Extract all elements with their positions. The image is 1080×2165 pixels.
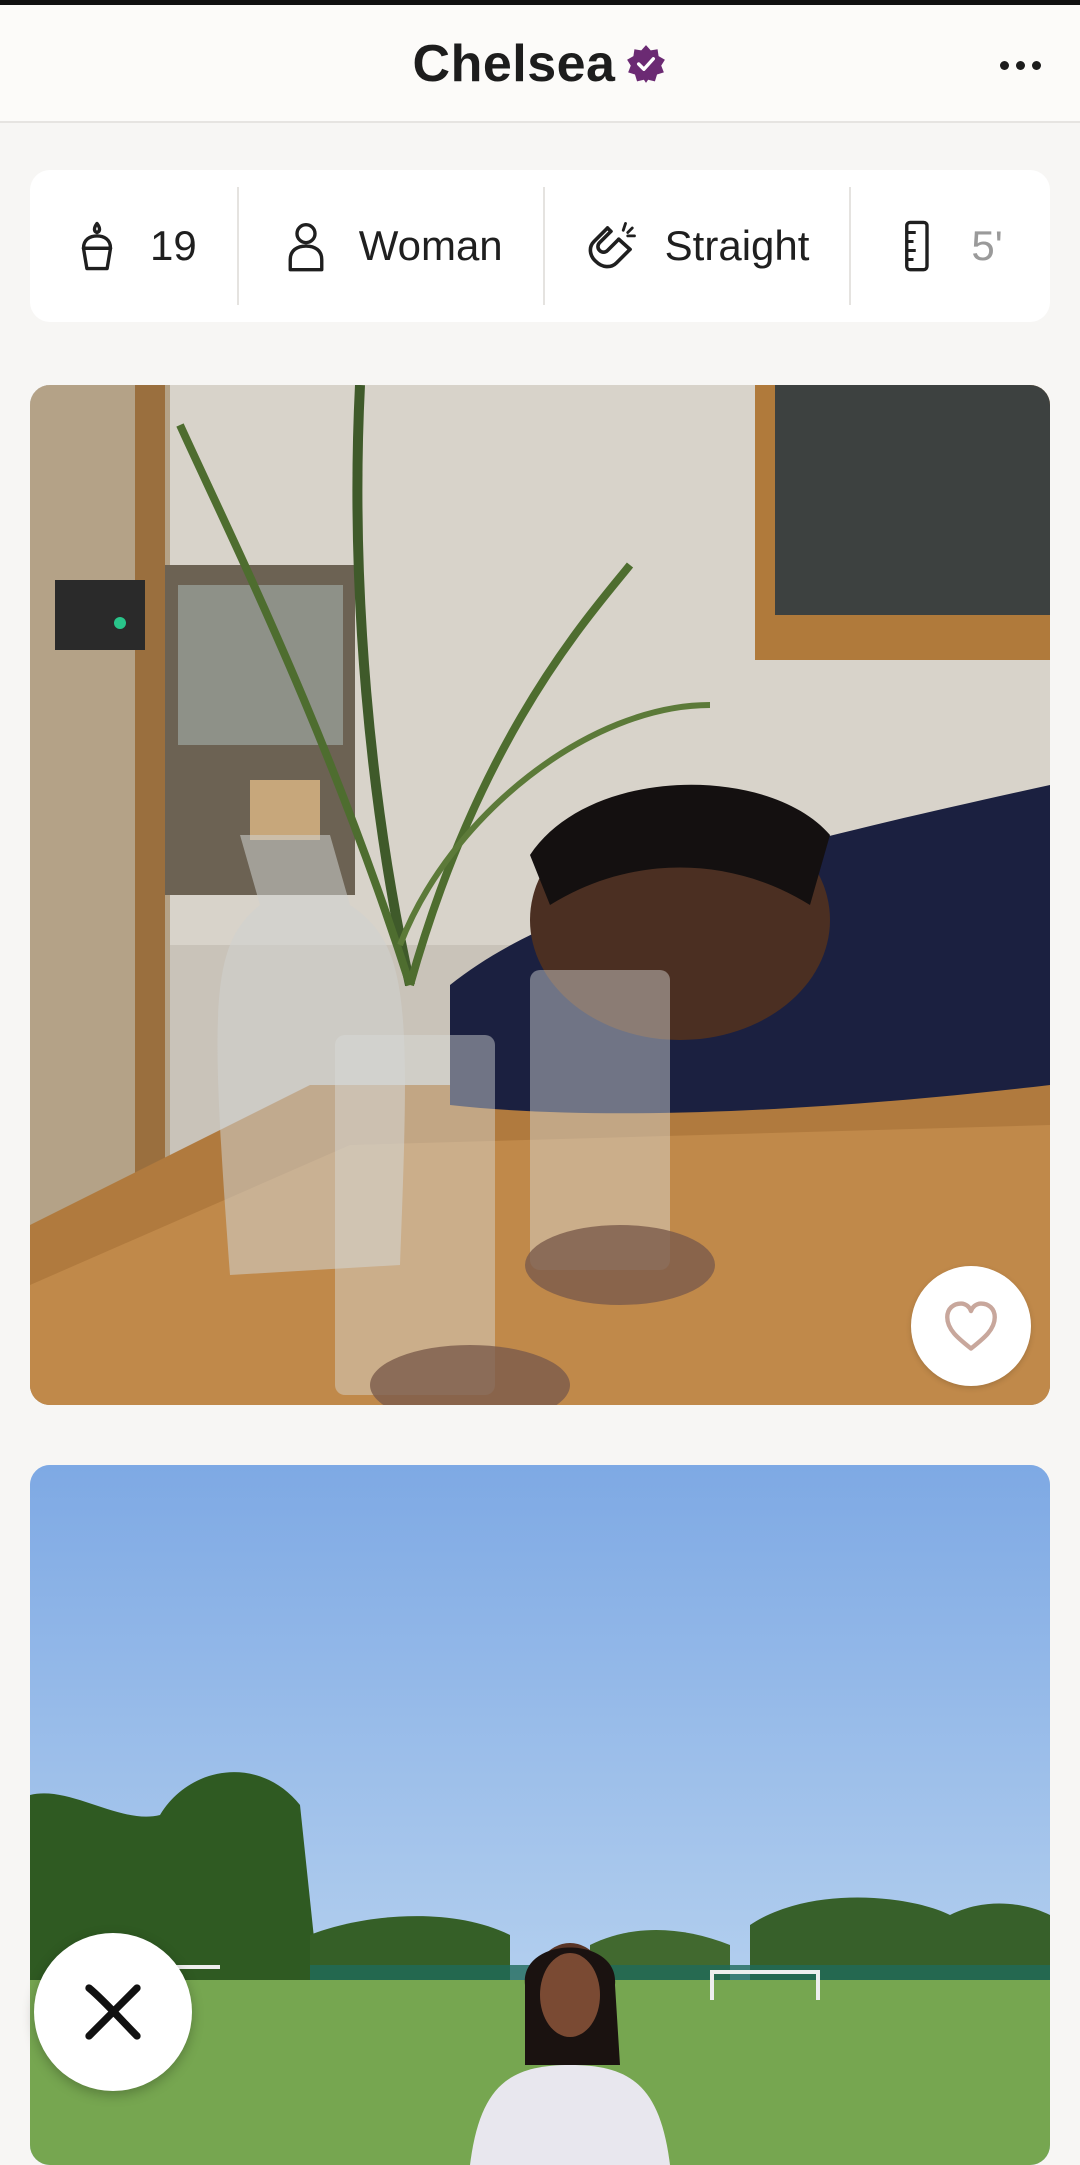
profile-photo-1[interactable] bbox=[30, 385, 1050, 1405]
info-gender: Woman bbox=[239, 187, 545, 305]
birthday-cake-icon bbox=[81, 221, 113, 271]
like-photo-button[interactable] bbox=[911, 1266, 1031, 1386]
more-options-button[interactable] bbox=[982, 35, 1058, 95]
profile-name: Chelsea bbox=[412, 35, 616, 93]
profile-header: Chelsea bbox=[0, 5, 1080, 123]
heart-icon bbox=[945, 1301, 997, 1351]
photo-2-image bbox=[30, 1465, 1050, 2165]
magnet-icon bbox=[588, 222, 636, 269]
info-height: 5' bbox=[851, 187, 1003, 305]
person-icon bbox=[288, 222, 324, 272]
more-options-icon bbox=[999, 60, 1009, 70]
profile-photo-2[interactable] bbox=[30, 1465, 1050, 2165]
info-orientation: Straight bbox=[545, 187, 852, 305]
profile-info-bar[interactable]: 19 Woman Straight 5' bbox=[30, 170, 1050, 322]
age-label: 19 bbox=[150, 222, 197, 269]
photo-1-image bbox=[30, 385, 1050, 1405]
verified-badge-icon bbox=[627, 45, 666, 83]
pass-button[interactable] bbox=[34, 1933, 192, 2091]
info-age: 19 bbox=[30, 187, 239, 305]
height-label: 5' bbox=[971, 222, 1003, 269]
gender-label: Woman bbox=[358, 222, 503, 269]
ruler-icon bbox=[905, 220, 930, 272]
orientation-label: Straight bbox=[664, 222, 810, 269]
close-icon bbox=[85, 1984, 141, 2040]
